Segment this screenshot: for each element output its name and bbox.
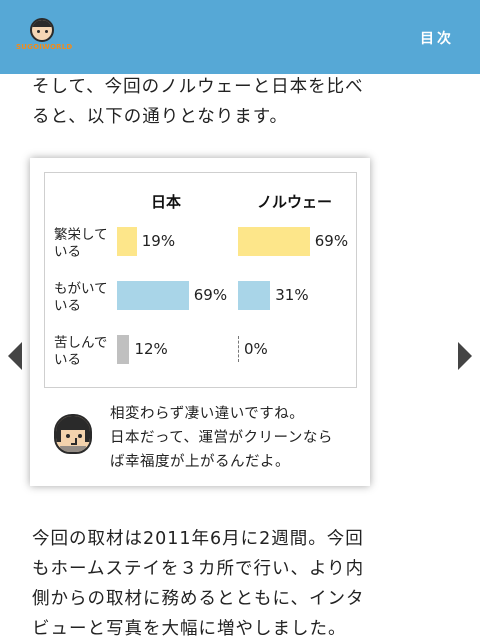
row-label-suffering: 苦しんで いる (54, 335, 108, 368)
comment-line: 日本だって、運営がクリーンなら (110, 430, 333, 446)
intro-line: ると、以下の通りとなります。 (32, 107, 289, 127)
author-avatar-icon (50, 408, 96, 458)
bar-japan-struggling (117, 281, 189, 310)
row-label-struggling: もがいて いる (54, 281, 108, 314)
row-label-prospering: 繁栄して いる (54, 227, 108, 260)
comment-text: 相変わらず凄い違いですね。 日本だって、運営がクリーンなら ば幸福度が上がるんだ… (110, 402, 370, 474)
column-header-japan: 日本 (151, 193, 182, 211)
column-header-norway: ノルウェー (257, 193, 333, 211)
comment-block: 相変わらず凄い違いですね。 日本だって、運営がクリーンなら ば幸福度が上がるんだ… (46, 402, 366, 474)
body-line: もホームステイを３カ所で行い、より内 (32, 559, 365, 579)
site-logo[interactable]: SUGOIWORLD (16, 18, 73, 54)
value-japan-suffering: 12% (134, 340, 168, 358)
intro-line: そして、今回のノルウェーと日本を比べ (32, 77, 364, 97)
toc-button[interactable]: 目次 (420, 28, 454, 48)
body-line: 今回の取材は2011年6月に2週間。今回 (32, 529, 364, 549)
value-norway-prospering: 69% (314, 232, 349, 250)
logo-face-icon (30, 18, 54, 42)
comparison-card: 日本 ノルウェー 繁栄して いる 19% 69% もがいて いる 69% 31%… (30, 158, 370, 486)
bar-japan-suffering (117, 335, 130, 364)
comment-line: 相変わらず凄い違いですね。 (110, 406, 305, 422)
comparison-table: 日本 ノルウェー 繁栄して いる 19% 69% もがいて いる 69% 31%… (44, 172, 357, 388)
comment-line: ば幸福度が上がるんだよ。 (110, 454, 290, 470)
logo-text: SUGOIWORLD (16, 43, 73, 51)
value-norway-struggling: 31% (275, 286, 309, 304)
top-bar: SUGOIWORLD 目次 (0, 0, 480, 74)
body-line: 側からの取材に務めるとともに、インタ (32, 589, 365, 609)
next-page-arrow-icon[interactable] (458, 342, 472, 370)
bar-norway-prospering (238, 227, 310, 256)
prev-page-arrow-icon[interactable] (8, 342, 22, 370)
value-norway-suffering: 0% (244, 340, 268, 358)
bar-japan-prospering (117, 227, 137, 256)
value-japan-prospering: 19% (141, 232, 176, 250)
body-line: ビューと写真を大幅に増やしました。 (32, 619, 347, 639)
body-paragraph: 今回の取材は2011年6月に2週間。今回 もホームステイを３カ所で行い、より内 … (32, 524, 452, 640)
bar-norway-struggling (238, 281, 271, 310)
intro-paragraph: そして、今回のノルウェーと日本を比べ ると、以下の通りとなります。 (32, 72, 452, 132)
value-japan-struggling: 69% (193, 286, 228, 304)
zero-line-norway-suffering (238, 336, 239, 362)
